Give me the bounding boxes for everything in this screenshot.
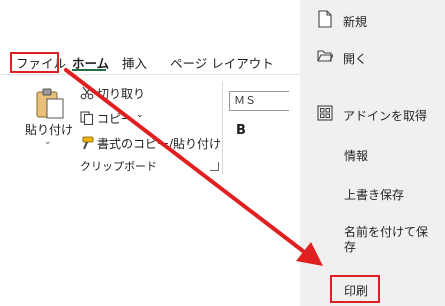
bold-button[interactable]: B	[236, 123, 246, 138]
copy-dropdown-chevron-icon[interactable]: ⌄	[136, 110, 144, 120]
backstage-label-open: 開く	[343, 52, 368, 66]
copy-icon[interactable]	[80, 111, 94, 125]
clipboard-dialog-launcher-icon[interactable]	[210, 162, 219, 171]
active-tab-indicator	[72, 69, 106, 71]
new-document-icon	[318, 10, 332, 28]
backstage-label-addins: アドインを取得	[343, 109, 428, 123]
backstage-item-save-as[interactable]: 名前を付けて保 存	[300, 220, 445, 264]
backstage-menu: 新規 開く アドインを取得 情報 上書き保存 名前を付けて保 存 印刷	[300, 0, 445, 306]
scissors-icon[interactable]	[80, 86, 94, 100]
cut-button[interactable]: 切り取り	[97, 85, 145, 102]
format-painter-button[interactable]: 書式のコピー/貼り付け	[97, 135, 221, 152]
tab-page-layout[interactable]: ページ レイアウト	[170, 53, 274, 72]
file-tab-highlight	[10, 52, 59, 73]
backstage-label-save-as: 名前を付けて保 存	[344, 225, 429, 254]
font-name-input[interactable]: ＭＳ	[229, 91, 289, 111]
paste-icon[interactable]	[34, 87, 66, 119]
tab-insert[interactable]: 挿入	[122, 53, 147, 72]
copy-button[interactable]: コピー	[97, 110, 133, 127]
open-folder-icon	[317, 50, 333, 62]
format-painter-icon[interactable]	[80, 136, 94, 150]
print-item-highlight	[330, 275, 380, 303]
paste-button-label[interactable]: 貼り付け	[25, 121, 73, 138]
backstage-label-save: 上書き保存	[344, 188, 405, 202]
backstage-item-new[interactable]: 新規	[300, 4, 445, 34]
backstage-item-open[interactable]: 開く	[300, 40, 445, 70]
add-ins-icon	[317, 105, 333, 121]
backstage-label-info: 情報	[344, 149, 369, 163]
backstage-item-save[interactable]: 上書き保存	[300, 177, 445, 207]
backstage-item-info[interactable]: 情報	[300, 138, 445, 168]
excel-ribbon: ファイル ホーム 挿入 ページ レイアウト 貼り付け ⌄ 切り取り コピー ⌄ …	[0, 0, 300, 306]
group-separator	[222, 82, 223, 174]
clipboard-group-label: クリップボード	[80, 160, 157, 173]
backstage-item-addins[interactable]: アドインを取得	[300, 98, 445, 128]
paste-dropdown-chevron-icon[interactable]: ⌄	[44, 137, 52, 147]
backstage-label-new: 新規	[343, 15, 368, 29]
